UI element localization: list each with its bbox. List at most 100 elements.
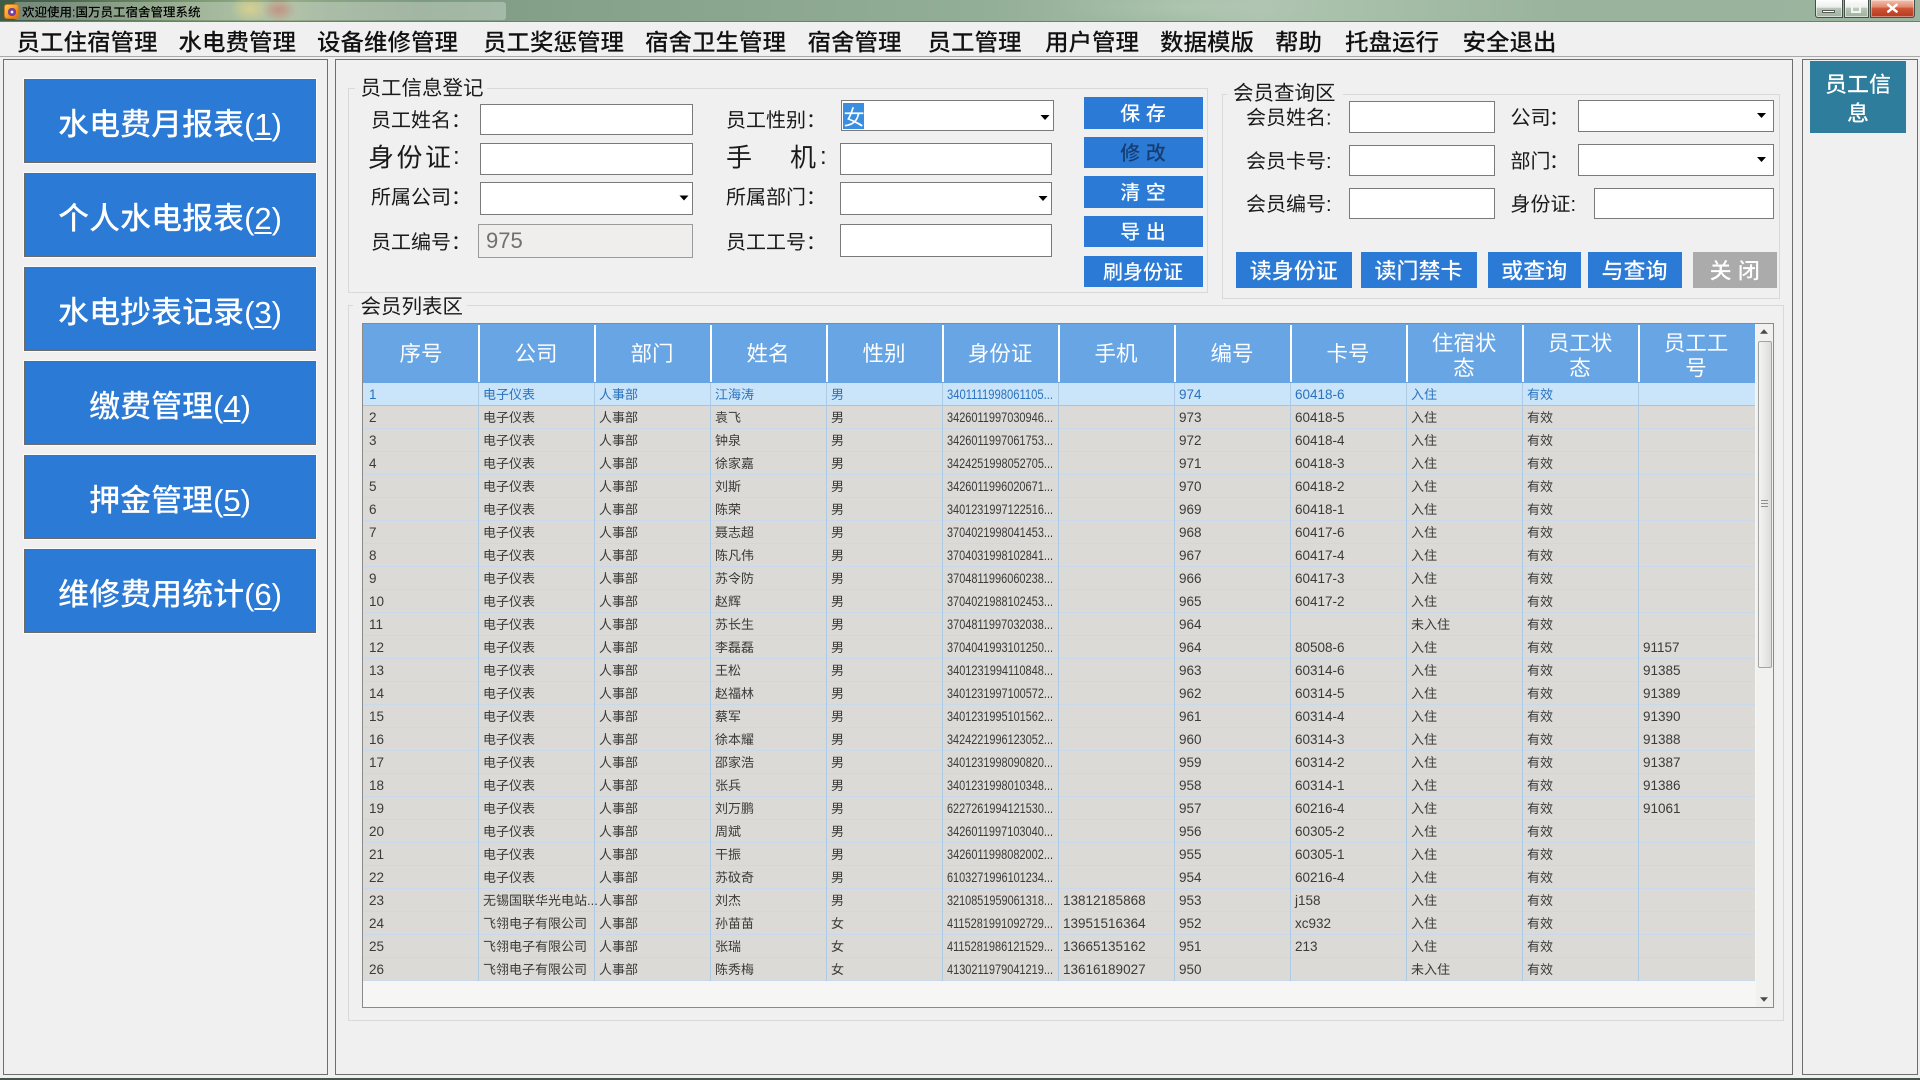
svg-text:5: 5	[369, 479, 377, 494]
svg-text:969: 969	[1179, 502, 1202, 517]
svg-text:60305-2: 60305-2	[1295, 824, 1345, 839]
svg-text:15: 15	[369, 709, 384, 724]
svg-text:22: 22	[369, 870, 384, 885]
svg-text:17: 17	[369, 755, 384, 770]
svg-text:60418-2: 60418-2	[1295, 479, 1345, 494]
svg-text::: :	[1326, 151, 1332, 173]
svg-text:3426011997103040...: 3426011997103040...	[947, 824, 1053, 839]
svg-text:60314-2: 60314-2	[1295, 755, 1345, 770]
svg-text:60417-2: 60417-2	[1295, 594, 1345, 609]
svg-text:91390: 91390	[1643, 709, 1681, 724]
svg-text:...: ...	[587, 893, 598, 908]
svg-text:957: 957	[1179, 801, 1202, 816]
svg-text:3426011997061753...: 3426011997061753...	[947, 433, 1053, 448]
svg-text:3401111998061105...: 3401111998061105...	[947, 387, 1053, 402]
svg-text:9: 9	[369, 571, 377, 586]
svg-text:60417-3: 60417-3	[1295, 571, 1345, 586]
svg-text:91387: 91387	[1643, 755, 1681, 770]
svg-text:961: 961	[1179, 709, 1202, 724]
svg-text:3401231997122516...: 3401231997122516...	[947, 502, 1053, 517]
svg-text:60216-4: 60216-4	[1295, 870, 1345, 885]
svg-text:954: 954	[1179, 870, 1202, 885]
svg-text:3424221996123052...: 3424221996123052...	[947, 732, 1053, 747]
svg-text:959: 959	[1179, 755, 1202, 770]
svg-text:60418-1: 60418-1	[1295, 502, 1345, 517]
svg-text:91061: 91061	[1643, 801, 1681, 816]
svg-text:958: 958	[1179, 778, 1202, 793]
svg-text::: :	[72, 6, 75, 20]
svg-text:3210851959061318...: 3210851959061318...	[947, 893, 1053, 908]
svg-text:60314-3: 60314-3	[1295, 732, 1345, 747]
svg-text:3401231995101562...: 3401231995101562...	[947, 709, 1053, 724]
svg-text:3401231997100572...: 3401231997100572...	[947, 686, 1053, 701]
svg-text:60216-4: 60216-4	[1295, 801, 1345, 816]
svg-text:970: 970	[1179, 479, 1202, 494]
svg-text:91388: 91388	[1643, 732, 1681, 747]
svg-text:24: 24	[369, 916, 385, 931]
svg-text:950: 950	[1179, 962, 1202, 977]
svg-text::: :	[453, 143, 460, 170]
svg-text:13: 13	[369, 663, 384, 678]
svg-text:4130211979041219...: 4130211979041219...	[947, 962, 1053, 977]
svg-text:60417-4: 60417-4	[1295, 548, 1345, 563]
svg-text:6227261994121530...: 6227261994121530...	[947, 801, 1053, 816]
svg-text:3704021998041453...: 3704021998041453...	[947, 525, 1053, 540]
svg-text:60314-1: 60314-1	[1295, 778, 1345, 793]
svg-text:975: 975	[486, 228, 523, 253]
svg-text:(6): (6)	[244, 577, 282, 612]
svg-text:(2): (2)	[244, 201, 282, 236]
svg-text::: :	[820, 143, 827, 170]
svg-text:3704041993101250...: 3704041993101250...	[947, 640, 1053, 655]
svg-text:3426011997030946...: 3426011997030946...	[947, 410, 1053, 425]
svg-text:972: 972	[1179, 433, 1202, 448]
svg-text:xc932: xc932	[1295, 916, 1331, 931]
svg-text:960: 960	[1179, 732, 1202, 747]
svg-text:3: 3	[369, 433, 377, 448]
svg-text:3426011996020671...: 3426011996020671...	[947, 479, 1053, 494]
svg-text:6103271996101234...: 6103271996101234...	[947, 870, 1053, 885]
svg-text:213: 213	[1295, 939, 1318, 954]
svg-text:3401231994110848...: 3401231994110848...	[947, 663, 1053, 678]
svg-text:13812185868: 13812185868	[1063, 893, 1146, 908]
svg-text:3704031998102841...: 3704031998102841...	[947, 548, 1053, 563]
svg-text:968: 968	[1179, 525, 1202, 540]
svg-text:91157: 91157	[1643, 640, 1680, 655]
svg-text:3704811997032038...: 3704811997032038...	[947, 617, 1053, 632]
svg-text::: :	[1326, 194, 1332, 216]
svg-text:3401231998090820...: 3401231998090820...	[947, 755, 1053, 770]
svg-text:91386: 91386	[1643, 778, 1681, 793]
svg-text:967: 967	[1179, 548, 1202, 563]
svg-text:955: 955	[1179, 847, 1202, 862]
svg-text:12: 12	[369, 640, 384, 655]
svg-text:3704811996060238...: 3704811996060238...	[947, 571, 1053, 586]
svg-text:14: 14	[369, 686, 385, 701]
svg-text::: :	[1326, 108, 1332, 130]
svg-text:974: 974	[1179, 387, 1202, 402]
svg-text:25: 25	[369, 939, 384, 954]
svg-text:(5): (5)	[213, 483, 251, 518]
svg-text:16: 16	[369, 732, 384, 747]
svg-text:23: 23	[369, 893, 384, 908]
svg-text:4: 4	[369, 456, 377, 471]
svg-text:26: 26	[369, 962, 384, 977]
svg-text:60314-4: 60314-4	[1295, 709, 1345, 724]
svg-text:3704021988102453...: 3704021988102453...	[947, 594, 1053, 609]
svg-text:60305-1: 60305-1	[1295, 847, 1345, 862]
svg-text:965: 965	[1179, 594, 1202, 609]
svg-text:952: 952	[1179, 916, 1202, 931]
svg-text:2: 2	[369, 410, 377, 425]
svg-text:21: 21	[369, 847, 384, 862]
svg-text:91385: 91385	[1643, 663, 1681, 678]
svg-text:951: 951	[1179, 939, 1202, 954]
svg-text:91389: 91389	[1643, 686, 1681, 701]
svg-text:60314-5: 60314-5	[1295, 686, 1345, 701]
svg-text:60314-6: 60314-6	[1295, 663, 1345, 678]
svg-text:3426011998082002...: 3426011998082002...	[947, 847, 1053, 862]
svg-text:973: 973	[1179, 410, 1202, 425]
svg-text:60417-6: 60417-6	[1295, 525, 1345, 540]
svg-text:80508-6: 80508-6	[1295, 640, 1345, 655]
svg-text:13665135162: 13665135162	[1063, 939, 1146, 954]
svg-text:(4): (4)	[213, 389, 251, 424]
svg-text:13616189027: 13616189027	[1063, 962, 1146, 977]
svg-text:4115281991092729...: 4115281991092729...	[947, 916, 1053, 931]
